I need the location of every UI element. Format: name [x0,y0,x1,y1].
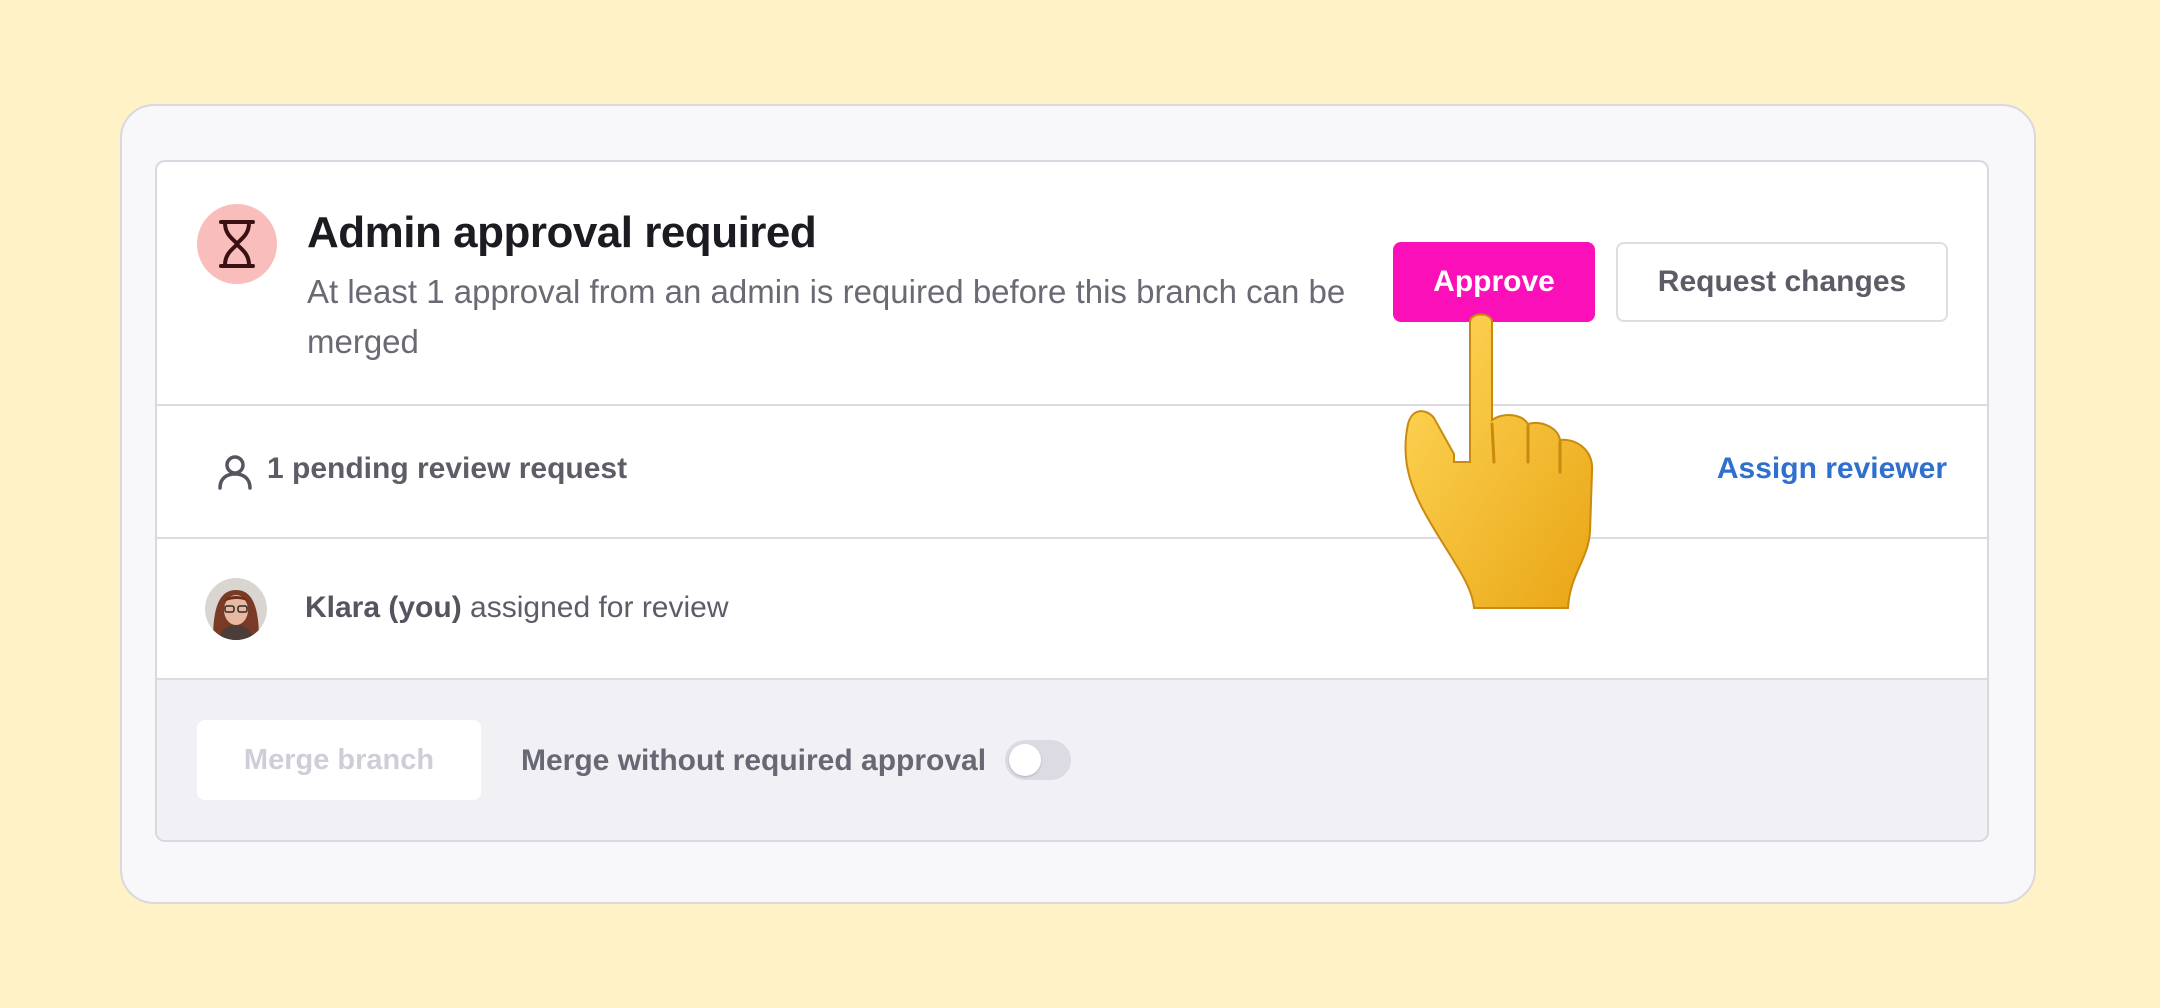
hourglass-icon [197,204,277,284]
bypass-approval-label: Merge without required approval [521,744,987,777]
merge-branch-button[interactable]: Merge branch [197,720,481,800]
approve-button[interactable]: Approve [1393,242,1595,322]
pending-review-count: 1 pending review request [267,452,628,485]
toggle-knob [1009,744,1041,776]
reviewer-status: assigned for review [470,591,729,624]
pending-reviews-section: 1 pending review request Assign reviewer [157,406,1987,539]
request-changes-button[interactable]: Request changes [1616,242,1948,322]
bypass-approval-toggle[interactable] [1005,740,1071,780]
merge-section: Merge branch Merge without required appr… [157,680,1987,840]
approval-description: At least 1 approval from an admin is req… [307,273,1346,360]
reviewer-row: Klara (you) assigned for review [157,539,1987,680]
merge-approval-card: Admin approval required At least 1 appro… [155,160,1989,842]
avatar [205,578,267,640]
person-icon [218,455,252,490]
approval-title: Admin approval required [307,208,817,257]
assign-reviewer-link[interactable]: Assign reviewer [1717,452,1947,486]
reviewer-assignment: Klara (you) assigned for review [305,591,729,625]
reviewer-name: Klara (you) [305,591,462,624]
approval-header-section: Admin approval required At least 1 appro… [157,162,1987,406]
